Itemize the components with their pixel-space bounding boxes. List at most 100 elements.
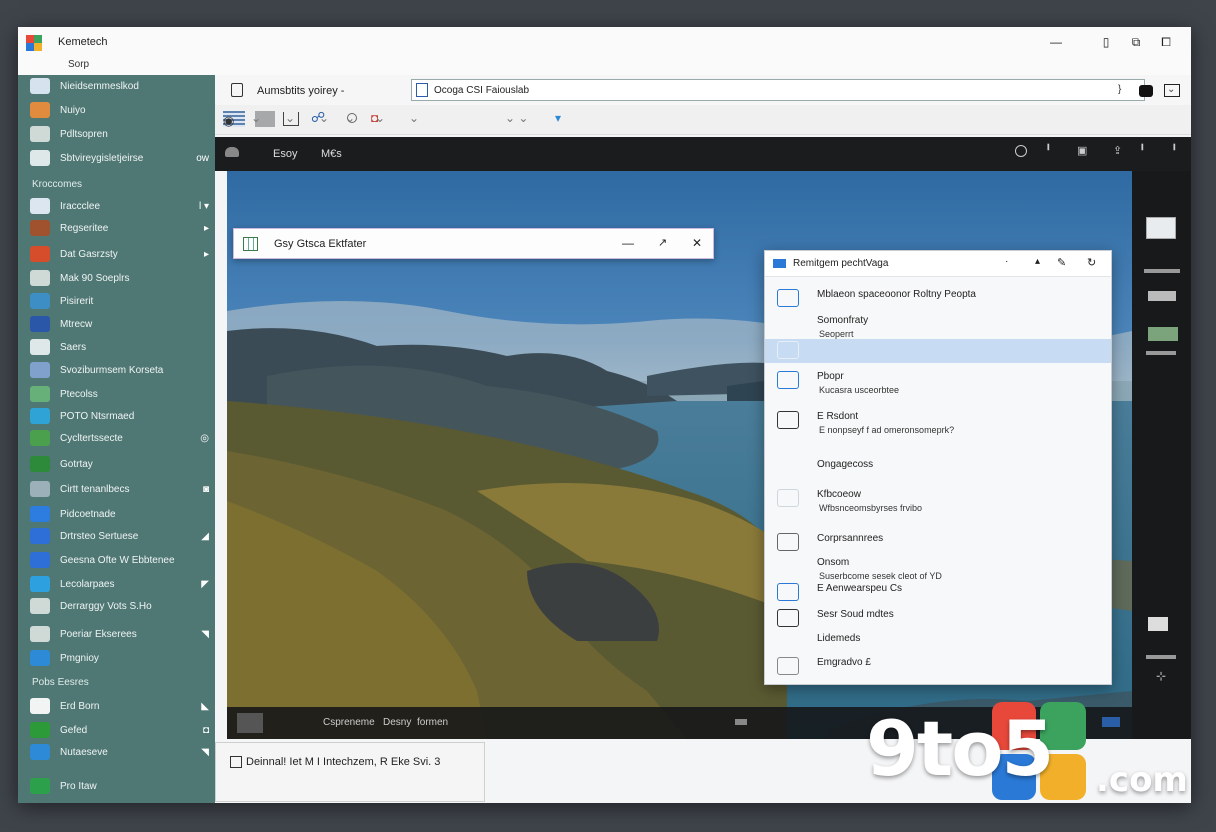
- sidebar-item[interactable]: Nieidsemmeslkod: [18, 75, 215, 97]
- popup-item[interactable]: Kfbcoeow Wfbsnceomsbyrses frvibo: [765, 487, 1111, 513]
- dropdown-icon[interactable]: ⌄ ⌄: [505, 111, 528, 125]
- close-button[interactable]: ⧠: [1152, 33, 1180, 51]
- sidebar-item[interactable]: Pro Itaw: [18, 775, 215, 797]
- sidebar-item[interactable]: Cycltertssecte ◎: [18, 427, 215, 449]
- sidebar-item[interactable]: Drtrsteo Sertuese ◢: [18, 525, 215, 547]
- sidebar-item[interactable]: Dat Gasrzsty ▸: [18, 243, 215, 265]
- sidebar-item-action-icon[interactable]: ▸: [204, 249, 209, 260]
- sidebar-item[interactable]: Gefed ◘: [18, 719, 215, 741]
- sidebar-item[interactable]: Geesna Ofte W Ebbtenee: [18, 549, 215, 571]
- popup-item[interactable]: Onsom Suserbcome sesek cleot of YD: [765, 555, 1111, 581]
- popup-item[interactable]: [765, 339, 1111, 363]
- sidebar-item-action-icon[interactable]: l ▾: [199, 201, 209, 212]
- snap-button[interactable]: ⧉: [1122, 33, 1150, 51]
- dialog-close-button[interactable]: ✕: [692, 236, 702, 250]
- popup-pin-icon[interactable]: ✎: [1057, 256, 1066, 269]
- dialog-minimize-button[interactable]: —: [622, 236, 634, 250]
- sidebar-item-action-icon[interactable]: ◥: [201, 747, 209, 758]
- bottom-label-1[interactable]: Cspreneme: [323, 717, 375, 728]
- popup-item[interactable]: E Rsdont E nonpseyf f ad omeronsomeprk?: [765, 409, 1111, 435]
- window-icon[interactable]: [1164, 84, 1180, 97]
- tab-active[interactable]: Aumsbtits yoirey -: [257, 85, 344, 97]
- link-icon[interactable]: ⊹: [1156, 669, 1166, 683]
- arrow-icon-3[interactable]: ⌄: [319, 111, 329, 125]
- arrow-icon-2[interactable]: ⌄: [285, 111, 295, 125]
- sidebar-item[interactable]: Cirtt tenanlbecs ◙: [18, 478, 215, 500]
- popup-refresh-icon[interactable]: ↻: [1087, 256, 1096, 269]
- popup-item[interactable]: E Aenwearspeu Cs: [765, 581, 1111, 605]
- nav-item-2[interactable]: M€s: [321, 148, 342, 160]
- thumb-3[interactable]: [1148, 327, 1178, 341]
- popup-dot-icon[interactable]: ·: [1005, 256, 1008, 267]
- more-icon-1[interactable]: ╹: [1139, 144, 1146, 157]
- sidebar-item-action-icon[interactable]: ◥: [201, 629, 209, 640]
- sidebar-item[interactable]: Mtrecw: [18, 313, 215, 335]
- profile-icon[interactable]: [225, 147, 239, 157]
- popup-item[interactable]: Pbopr Kucasra usceorbtee: [765, 369, 1111, 395]
- sidebar-item-action-icon[interactable]: ◣: [201, 701, 209, 712]
- popup-item[interactable]: Lidemeds: [765, 631, 1111, 655]
- extension-icon[interactable]: [1139, 85, 1153, 97]
- location-icon[interactable]: ▾: [555, 111, 561, 125]
- sidebar-item[interactable]: Erd Born ◣: [18, 695, 215, 717]
- minimize-button[interactable]: —: [1042, 33, 1070, 51]
- sidebar-item[interactable]: Ptecolss: [18, 383, 215, 405]
- popup-item[interactable]: Ongagecoss: [765, 457, 1111, 481]
- thumb-1[interactable]: [1146, 217, 1176, 239]
- sidebar-item[interactable]: Pdltsopren: [18, 123, 215, 145]
- popup-item[interactable]: Somonfraty Seoperrt: [765, 313, 1111, 339]
- popup-item[interactable]: Sesr Soud mdtes: [765, 607, 1111, 631]
- sidebar-item[interactable]: Mak 90 Soeplrs: [18, 267, 215, 289]
- eye-icon[interactable]: ◉: [223, 113, 234, 129]
- sidebar-item[interactable]: Nutaeseve ◥: [18, 741, 215, 763]
- popup-arrow-icon[interactable]: ▴: [1035, 256, 1040, 267]
- sidebar-item[interactable]: Iraccclee l ▾: [18, 195, 215, 217]
- bottom-label-2[interactable]: Desny: [383, 717, 411, 728]
- popup-item[interactable]: Mblaeon spaceoonor Roltny Peopta: [765, 287, 1111, 311]
- popup-item[interactable]: Emgradvo £: [765, 655, 1111, 679]
- popup-item[interactable]: Corprsannrees: [765, 531, 1111, 555]
- sidebar-item[interactable]: Derrarggy Vots S.Ho: [18, 595, 215, 617]
- sidebar-item-action-icon[interactable]: ◎: [200, 433, 209, 444]
- sidebar-item-action-icon[interactable]: ow: [196, 153, 209, 164]
- dialog-expand-button[interactable]: ↗: [658, 236, 667, 249]
- search-icon[interactable]: [1015, 145, 1027, 157]
- pin-icon[interactable]: ╹: [1045, 144, 1052, 157]
- sidebar-item[interactable]: Pisirerit: [18, 290, 215, 312]
- sidebar-item[interactable]: POTO Ntsrmaed: [18, 405, 215, 427]
- sidebar-item-action-icon[interactable]: ◘: [203, 725, 209, 736]
- sidebar-item[interactable]: Gotrtay: [18, 453, 215, 475]
- sidebar-item-icon: [30, 528, 50, 544]
- sidebar-item-label: Geesna Ofte W Ebbtenee: [60, 554, 175, 566]
- sidebar-item[interactable]: Sbtvireygisletjeirse ow: [18, 147, 215, 169]
- bottom-label-3[interactable]: formen: [417, 717, 448, 728]
- sidebar-item[interactable]: Regseritee ▸: [18, 217, 215, 239]
- address-bar[interactable]: Ocoga CSI Faiouslab }: [411, 79, 1145, 101]
- arrow-icon-4[interactable]: ⌄: [345, 111, 355, 125]
- thumb-2[interactable]: [1148, 291, 1176, 301]
- sidebar-item[interactable]: Svoziburmsem Korseta: [18, 359, 215, 381]
- sidebar-item-action-icon[interactable]: ◢: [201, 531, 209, 542]
- url-text[interactable]: Ocoga CSI Faiouslab: [434, 85, 529, 96]
- thumb-4[interactable]: [1148, 617, 1168, 631]
- sidebar-item-action-icon[interactable]: ◙: [203, 484, 209, 495]
- doc-icon[interactable]: ▣: [1077, 144, 1087, 157]
- bottom-mid-icon[interactable]: [735, 719, 747, 725]
- sidebar-item[interactable]: Saers: [18, 336, 215, 358]
- share-icon[interactable]: ⇪: [1113, 144, 1122, 157]
- status-checkbox[interactable]: [230, 756, 242, 768]
- sidebar-item[interactable]: Nuiyo: [18, 99, 215, 121]
- bottom-thumb[interactable]: [237, 713, 263, 733]
- more-icon-2[interactable]: ╹: [1171, 144, 1178, 157]
- arrow-icon-5[interactable]: ⌄: [375, 111, 385, 125]
- sidebar-item[interactable]: Poeriar Ekserees ◥: [18, 623, 215, 645]
- sidebar-item[interactable]: Pidcoetnade: [18, 503, 215, 525]
- sidebar-item-action-icon[interactable]: ▸: [204, 223, 209, 234]
- restore-button[interactable]: ▯: [1092, 33, 1120, 51]
- arrow-icon-6[interactable]: ⌄: [409, 111, 419, 125]
- arrow-icon-1[interactable]: ⌄: [251, 111, 261, 125]
- nav-item-1[interactable]: Esoy: [273, 148, 297, 160]
- sidebar-item-action-icon[interactable]: ◤: [201, 579, 209, 590]
- sidebar-item[interactable]: Lecolarpaes ◤: [18, 573, 215, 595]
- sidebar-item[interactable]: Pmgnioy: [18, 647, 215, 669]
